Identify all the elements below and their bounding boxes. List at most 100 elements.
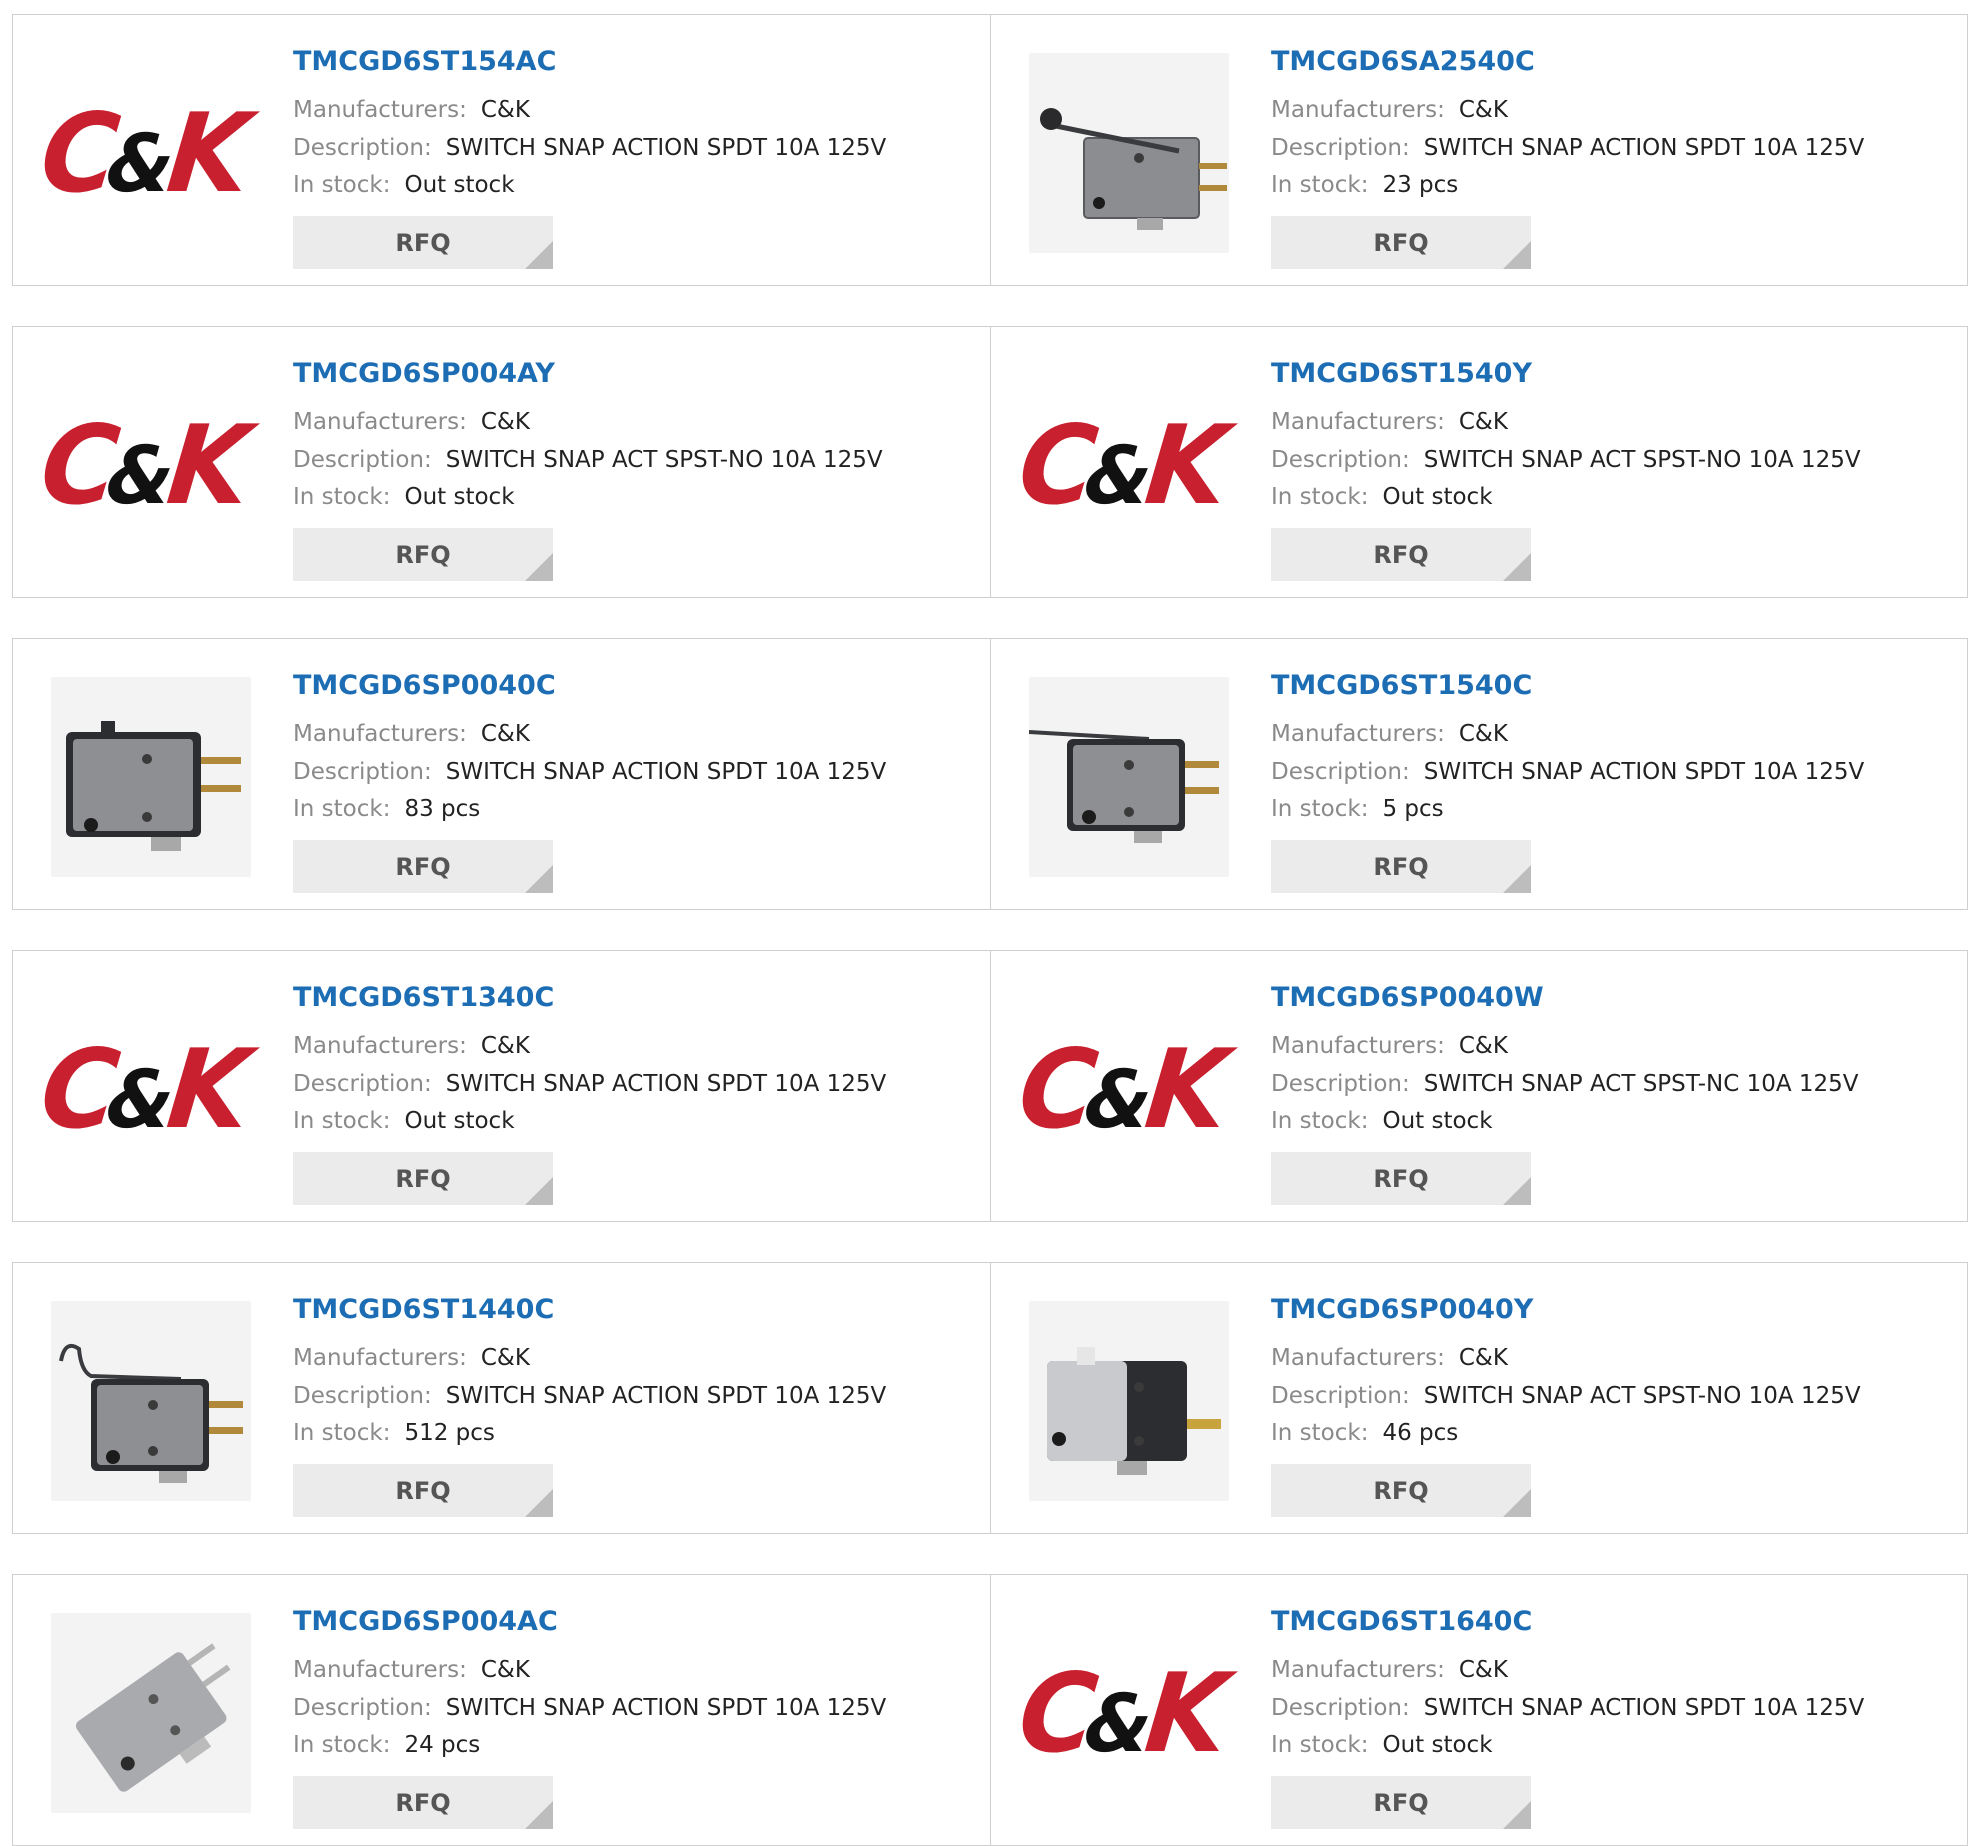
part-number-link[interactable]: TMCGD6ST1640C bbox=[1271, 1606, 1532, 1637]
corner-triangle-icon bbox=[525, 1489, 553, 1517]
manufacturer: Manufacturers: C&K bbox=[1271, 1657, 1508, 1683]
product-card: C&K ® TMCGD6SP0040W Manufacturers: C&K Descr… bbox=[991, 951, 1968, 1221]
description-value: SWITCH SNAP ACTION SPDT 10A 125V bbox=[445, 1383, 887, 1409]
part-number-link[interactable]: TMCGD6SP004AC bbox=[293, 1606, 558, 1637]
rfq-label: RFQ bbox=[1373, 540, 1429, 569]
product-row: C&K ® TMCGD6SP004AY Manufacturers: C&K Descr… bbox=[12, 326, 1968, 598]
corner-triangle-icon bbox=[525, 1801, 553, 1829]
rfq-button[interactable]: RFQ bbox=[1271, 216, 1531, 269]
part-number-link[interactable]: TMCGD6SA2540C bbox=[1271, 46, 1535, 77]
ck-logo-wordmark: C&K bbox=[35, 88, 246, 218]
product-row: TMCGD6ST1440C Manufacturers: C&K Descriptio… bbox=[12, 1262, 1968, 1534]
rfq-button[interactable]: RFQ bbox=[293, 1776, 553, 1829]
description-label: Description: bbox=[293, 759, 432, 785]
corner-triangle-icon bbox=[1503, 1801, 1531, 1829]
product-row: TMCGD6SP004AC Manufacturers: C&K Descriptio… bbox=[12, 1574, 1968, 1846]
corner-triangle-icon bbox=[525, 1177, 553, 1205]
manufacturer-value: C&K bbox=[1458, 1657, 1508, 1683]
description-value: SWITCH SNAP ACTION SPDT 10A 125V bbox=[445, 759, 887, 785]
rfq-label: RFQ bbox=[1373, 1476, 1429, 1505]
product-card: TMCGD6ST1440C Manufacturers: C&K Descriptio… bbox=[13, 1263, 990, 1533]
ck-logo-wordmark: C&K bbox=[1013, 400, 1224, 530]
product-card: C&K ® TMCGD6SP004AY Manufacturers: C&K Descr… bbox=[13, 327, 990, 597]
description-label: Description: bbox=[1271, 1383, 1410, 1409]
manufacturer-value: C&K bbox=[480, 97, 530, 123]
stock: In stock: 23 pcs bbox=[1271, 172, 1458, 198]
description: Description: SWITCH SNAP ACTION SPDT 10A … bbox=[1271, 135, 1864, 161]
rfq-button[interactable]: RFQ bbox=[1271, 1152, 1531, 1205]
stock-value: 46 pcs bbox=[1382, 1420, 1459, 1446]
stock-label: In stock: bbox=[1271, 1108, 1369, 1134]
rfq-button[interactable]: RFQ bbox=[293, 216, 553, 269]
rfq-button[interactable]: RFQ bbox=[1271, 840, 1531, 893]
manufacturer: Manufacturers: C&K bbox=[293, 1657, 530, 1683]
description-label: Description: bbox=[293, 1695, 432, 1721]
part-number-link[interactable]: TMCGD6SP004AY bbox=[293, 358, 555, 389]
corner-triangle-icon bbox=[1503, 1177, 1531, 1205]
description-label: Description: bbox=[1271, 135, 1410, 161]
product-card: TMCGD6SP004AC Manufacturers: C&K Descriptio… bbox=[13, 1575, 990, 1845]
product-card: C&K ® TMCGD6ST1640C Manufacturers: C&K Descr… bbox=[991, 1575, 1968, 1845]
product-image[interactable] bbox=[1029, 1301, 1229, 1501]
manufacturer-label: Manufacturers: bbox=[1271, 409, 1445, 435]
description-value: SWITCH SNAP ACT SPST-NO 10A 125V bbox=[1423, 1383, 1861, 1409]
product-row: TMCGD6SP0040C Manufacturers: C&K Descriptio… bbox=[12, 638, 1968, 910]
rfq-button[interactable]: RFQ bbox=[293, 1152, 553, 1205]
rfq-button[interactable]: RFQ bbox=[1271, 1464, 1531, 1517]
part-number-link[interactable]: TMCGD6SP0040W bbox=[1271, 982, 1544, 1013]
rfq-label: RFQ bbox=[1373, 1788, 1429, 1817]
manufacturer-value: C&K bbox=[480, 1657, 530, 1683]
manufacturer: Manufacturers: C&K bbox=[1271, 721, 1508, 747]
ck-logo: C&K ® bbox=[1013, 1613, 1229, 1813]
stock-label: In stock: bbox=[1271, 1732, 1369, 1758]
stock-value: Out stock bbox=[1382, 1732, 1493, 1758]
manufacturer: Manufacturers: C&K bbox=[293, 721, 530, 747]
description-label: Description: bbox=[293, 1071, 432, 1097]
manufacturer-value: C&K bbox=[1458, 1033, 1508, 1059]
stock-label: In stock: bbox=[293, 1420, 391, 1446]
rfq-button[interactable]: RFQ bbox=[1271, 528, 1531, 581]
ck-logo: C&K ® bbox=[1013, 365, 1229, 565]
corner-triangle-icon bbox=[525, 865, 553, 893]
rfq-button[interactable]: RFQ bbox=[1271, 1776, 1531, 1829]
rfq-button[interactable]: RFQ bbox=[293, 1464, 553, 1517]
product-card: C&K ® TMCGD6ST1340C Manufacturers: C&K Descr… bbox=[13, 951, 990, 1221]
manufacturer: Manufacturers: C&K bbox=[293, 97, 530, 123]
product-image[interactable] bbox=[1029, 53, 1229, 253]
description-value: SWITCH SNAP ACTION SPDT 10A 125V bbox=[1423, 759, 1865, 785]
description-value: SWITCH SNAP ACTION SPDT 10A 125V bbox=[1423, 1695, 1865, 1721]
corner-triangle-icon bbox=[525, 241, 553, 269]
part-number-link[interactable]: TMCGD6ST1440C bbox=[293, 1294, 554, 1325]
part-number-link[interactable]: TMCGD6ST1540Y bbox=[1271, 358, 1532, 389]
description-label: Description: bbox=[293, 135, 432, 161]
stock: In stock: 5 pcs bbox=[1271, 796, 1444, 822]
description: Description: SWITCH SNAP ACTION SPDT 10A … bbox=[293, 1071, 886, 1097]
product-image[interactable] bbox=[51, 1301, 251, 1501]
description: Description: SWITCH SNAP ACT SPST-NO 10A … bbox=[293, 447, 883, 473]
stock-value: Out stock bbox=[1382, 1108, 1493, 1134]
hooked-lever-switch-image bbox=[59, 1344, 243, 1483]
manufacturer-label: Manufacturers: bbox=[293, 97, 467, 123]
manufacturer: Manufacturers: C&K bbox=[1271, 1345, 1508, 1371]
part-number-link[interactable]: TMCGD6ST154AC bbox=[293, 46, 556, 77]
part-number-link[interactable]: TMCGD6ST1340C bbox=[293, 982, 554, 1013]
description-label: Description: bbox=[1271, 759, 1410, 785]
part-number-link[interactable]: TMCGD6SP0040C bbox=[293, 670, 556, 701]
manufacturer-label: Manufacturers: bbox=[1271, 97, 1445, 123]
product-card: TMCGD6SA2540C Manufacturers: C&K Descriptio… bbox=[991, 15, 1968, 285]
rfq-button[interactable]: RFQ bbox=[293, 840, 553, 893]
stock-value: 23 pcs bbox=[1382, 172, 1459, 198]
part-number-link[interactable]: TMCGD6ST1540C bbox=[1271, 670, 1532, 701]
manufacturer-label: Manufacturers: bbox=[293, 721, 467, 747]
manufacturer-label: Manufacturers: bbox=[1271, 1033, 1445, 1059]
rfq-label: RFQ bbox=[395, 1476, 451, 1505]
rfq-label: RFQ bbox=[1373, 228, 1429, 257]
rfq-button[interactable]: RFQ bbox=[293, 528, 553, 581]
product-image[interactable] bbox=[51, 1613, 251, 1813]
product-image[interactable] bbox=[1029, 677, 1229, 877]
stock-value: Out stock bbox=[404, 1108, 515, 1134]
part-number-link[interactable]: TMCGD6SP0040Y bbox=[1271, 1294, 1533, 1325]
manufacturer-value: C&K bbox=[1458, 721, 1508, 747]
product-image[interactable] bbox=[51, 677, 251, 877]
rfq-label: RFQ bbox=[395, 228, 451, 257]
